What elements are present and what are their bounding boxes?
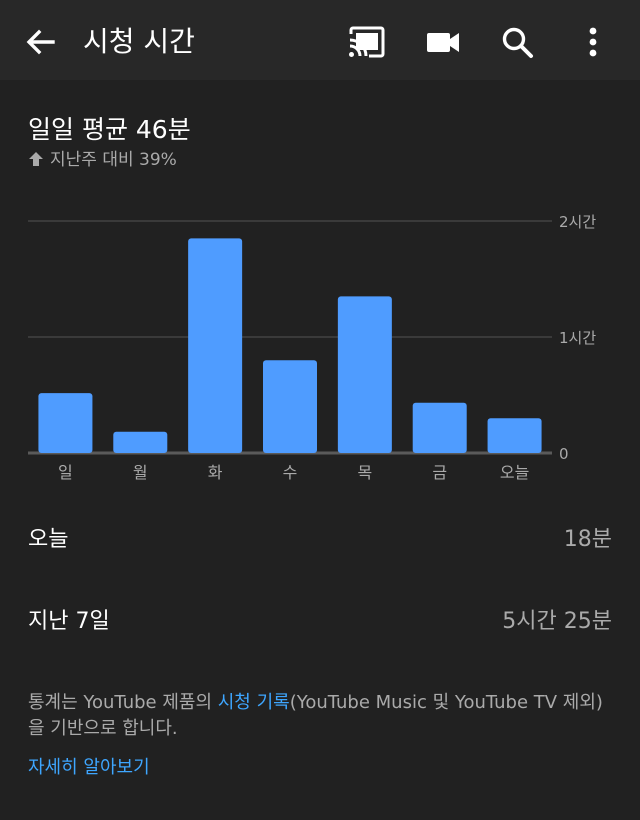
- watch-time-chart: 0 1시간 2시간일 월 화 수 목 금 오늘: [28, 213, 596, 482]
- x-tick-label: 일: [58, 463, 73, 482]
- cast-icon: [349, 26, 385, 58]
- bar: [113, 431, 168, 453]
- weekly-change-text: 지난주 대비 39%: [50, 150, 177, 170]
- video-camera-icon: [427, 33, 459, 52]
- bar: [412, 402, 467, 453]
- back-arrow-icon: [26, 29, 55, 55]
- bar: [188, 238, 243, 453]
- bar: [263, 360, 317, 453]
- watch-history-link[interactable]: 시청 기록: [218, 692, 290, 713]
- x-tick-label: 월: [133, 463, 148, 482]
- arrow-up-icon: [29, 152, 43, 166]
- bar: [337, 296, 392, 453]
- more-options-button[interactable]: [573, 22, 613, 62]
- page-title: 시청 시간: [83, 25, 195, 58]
- more-vert-icon: [589, 27, 597, 57]
- x-tick-label: 수: [283, 463, 298, 482]
- last-7-days-value: 5시간 25분: [502, 609, 612, 634]
- y-tick-label: 2시간: [559, 213, 596, 231]
- cast-button[interactable]: [347, 22, 387, 62]
- search-icon: [502, 27, 533, 58]
- learn-more-link[interactable]: 자세히 알아보기: [28, 755, 150, 781]
- y-tick-label: 1시간: [559, 329, 596, 347]
- x-tick-label: 화: [208, 463, 223, 482]
- today-label: 오늘: [28, 527, 69, 552]
- x-tick-label: 금: [432, 463, 447, 482]
- daily-average-title: 일일 평균 46분: [28, 115, 191, 144]
- note-text-1: 통계는 YouTube 제품의: [28, 692, 218, 713]
- x-tick-label: 목: [357, 463, 372, 482]
- y-tick-label: 0: [559, 445, 569, 463]
- bar: [38, 393, 93, 453]
- last-7-days-label: 지난 7일: [28, 609, 110, 634]
- app-bar: 시청 시간: [0, 0, 640, 80]
- x-tick-label: 오늘: [500, 463, 529, 482]
- create-video-button[interactable]: [423, 22, 463, 62]
- today-value: 18분: [563, 527, 612, 552]
- bar: [487, 418, 542, 453]
- back-button[interactable]: [20, 22, 60, 62]
- search-button[interactable]: [497, 22, 537, 62]
- weekly-change: 지난주 대비 39%: [28, 149, 177, 171]
- stats-note: 통계는 YouTube 제품의 시청 기록(YouTube Music 및 Yo…: [28, 690, 618, 742]
